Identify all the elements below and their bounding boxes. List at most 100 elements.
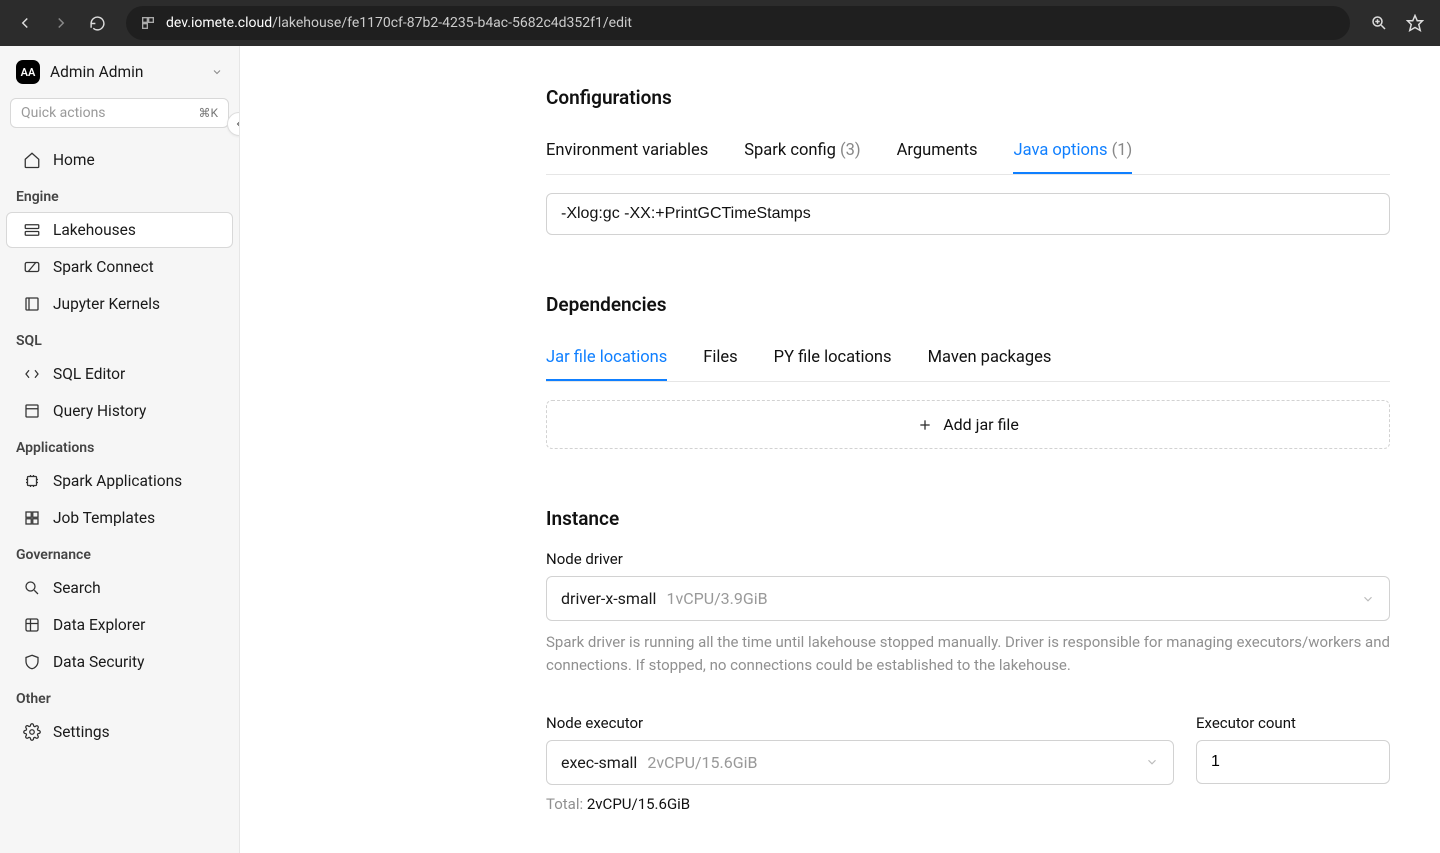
nav-label: Settings [53,723,110,741]
java-options-input[interactable] [546,193,1390,235]
executor-total: Total: 2vCPU/15.6GiB [546,795,1174,813]
nav-label: Home [53,151,95,169]
configurations-tabs: Environment variables Spark config (3) A… [546,129,1390,175]
add-jar-button[interactable]: Add jar file [546,400,1390,449]
tab-env-vars[interactable]: Environment variables [546,129,708,174]
dependencies-heading: Dependencies [546,293,1390,316]
nav-label: Data Explorer [53,616,145,634]
site-settings-icon [140,15,156,31]
sidebar-item-home[interactable]: Home [6,142,233,178]
url-text: dev.iomete.cloud/lakehouse/fe1170cf-87b2… [166,15,632,31]
user-name: Admin Admin [50,63,201,81]
tab-arguments[interactable]: Arguments [897,129,978,174]
node-driver-select[interactable]: driver-x-small 1vCPU/3.9GiB [546,576,1390,621]
nav-label: Lakehouses [53,221,136,239]
avatar: AA [16,60,40,84]
templates-icon [23,509,41,527]
sidebar-item-settings[interactable]: Settings [6,714,233,750]
back-button[interactable] [10,8,40,38]
tab-maven[interactable]: Maven packages [928,336,1052,381]
tab-jar-locations[interactable]: Jar file locations [546,336,667,381]
browser-toolbar: dev.iomete.cloud/lakehouse/fe1170cf-87b2… [0,0,1440,46]
home-icon [23,151,41,169]
history-icon [23,402,41,420]
section-engine: Engine [0,179,239,211]
quick-actions-placeholder: Quick actions [21,105,106,121]
nav-label: Jupyter Kernels [53,295,160,313]
search-icon [23,579,41,597]
quick-actions-input[interactable]: Quick actions ⌘K [10,98,229,128]
arrow-right-icon [52,14,70,32]
sidebar-item-jupyter-kernels[interactable]: Jupyter Kernels [6,286,233,322]
nav-label: Query History [53,402,146,420]
sidebar-item-lakehouses[interactable]: Lakehouses [6,212,233,248]
section-other: Other [0,681,239,713]
sidebar: AA Admin Admin Quick actions ⌘K Home Eng… [0,46,240,853]
star-button[interactable] [1400,8,1430,38]
tab-label: Java options [1013,141,1107,160]
node-executor-select[interactable]: exec-small 2vCPU/15.6GiB [546,740,1174,785]
tab-count: (1) [1112,141,1133,160]
sidebar-collapse-button[interactable] [227,112,240,136]
nav-label: Spark Connect [53,258,154,276]
executor-count-input[interactable] [1196,740,1390,784]
executor-count-label: Executor count [1196,714,1390,732]
sidebar-item-sql-editor[interactable]: SQL Editor [6,356,233,392]
main-content: Configurations Environment variables Spa… [240,46,1440,853]
zoom-button[interactable] [1364,8,1394,38]
plus-icon [917,417,933,433]
add-jar-label: Add jar file [943,415,1019,434]
chevron-down-icon [211,66,223,78]
url-bar[interactable]: dev.iomete.cloud/lakehouse/fe1170cf-87b2… [126,6,1350,40]
sidebar-item-query-history[interactable]: Query History [6,393,233,429]
data-explorer-icon [23,616,41,634]
star-icon [1406,14,1424,32]
lakehouse-icon [23,221,41,239]
configurations-heading: Configurations [546,86,1390,109]
sidebar-item-data-explorer[interactable]: Data Explorer [6,607,233,643]
section-applications: Applications [0,430,239,462]
tab-py-locations[interactable]: PY file locations [774,336,892,381]
dependencies-tabs: Jar file locations Files PY file locatio… [546,336,1390,382]
driver-help-text: Spark driver is running all the time unt… [546,631,1390,678]
chevron-down-icon [1145,755,1159,769]
sidebar-item-search[interactable]: Search [6,570,233,606]
driver-spec: 1vCPU/3.9GiB [666,589,767,608]
chevron-down-icon [1361,592,1375,606]
section-sql: SQL [0,323,239,355]
sidebar-item-job-templates[interactable]: Job Templates [6,500,233,536]
sidebar-item-data-security[interactable]: Data Security [6,644,233,680]
forward-button[interactable] [46,8,76,38]
spark-app-icon [23,472,41,490]
sidebar-item-spark-connect[interactable]: Spark Connect [6,249,233,285]
node-driver-label: Node driver [546,550,1390,568]
node-executor-label: Node executor [546,714,1174,732]
reload-button[interactable] [82,8,112,38]
reload-icon [89,15,106,32]
section-governance: Governance [0,537,239,569]
executor-spec: 2vCPU/15.6GiB [647,753,757,772]
user-switcher[interactable]: AA Admin Admin [0,46,239,98]
tab-files[interactable]: Files [703,336,737,381]
shield-icon [23,653,41,671]
chevron-left-icon [233,118,240,130]
arrow-left-icon [16,14,34,32]
nav-label: SQL Editor [53,365,125,383]
gear-icon [23,723,41,741]
tab-java-options[interactable]: Java options (1) [1013,129,1132,174]
tab-spark-config[interactable]: Spark config (3) [744,129,860,174]
nav-label: Search [53,579,101,597]
executor-value: exec-small [561,753,637,772]
jupyter-icon [23,295,41,313]
nav-label: Job Templates [53,509,155,527]
nav-label: Data Security [53,653,144,671]
driver-value: driver-x-small [561,589,656,608]
sidebar-item-spark-applications[interactable]: Spark Applications [6,463,233,499]
nav-label: Spark Applications [53,472,182,490]
instance-heading: Instance [546,507,1390,530]
tab-label: Spark config [744,141,836,160]
quick-actions-kbd: ⌘K [198,106,218,120]
sql-editor-icon [23,365,41,383]
tab-count: (3) [840,141,861,160]
spark-connect-icon [23,258,41,276]
